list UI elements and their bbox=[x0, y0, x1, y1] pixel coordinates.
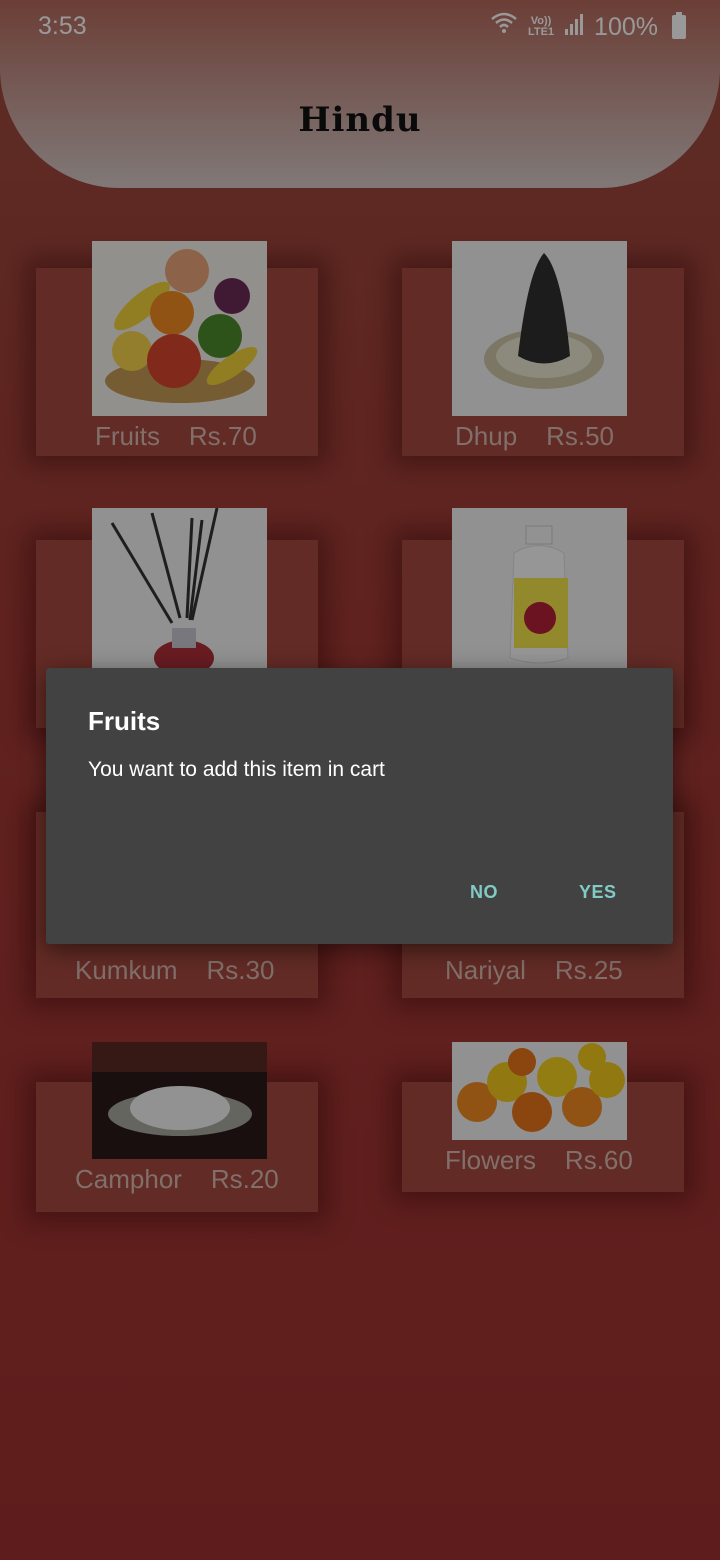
no-button[interactable]: NO bbox=[462, 878, 506, 907]
dialog-message: You want to add this item in cart bbox=[88, 758, 385, 781]
dialog-title: Fruits bbox=[88, 706, 161, 736]
add-to-cart-dialog: Fruits You want to add this item in cart… bbox=[46, 668, 673, 944]
yes-button[interactable]: YES bbox=[571, 878, 625, 907]
